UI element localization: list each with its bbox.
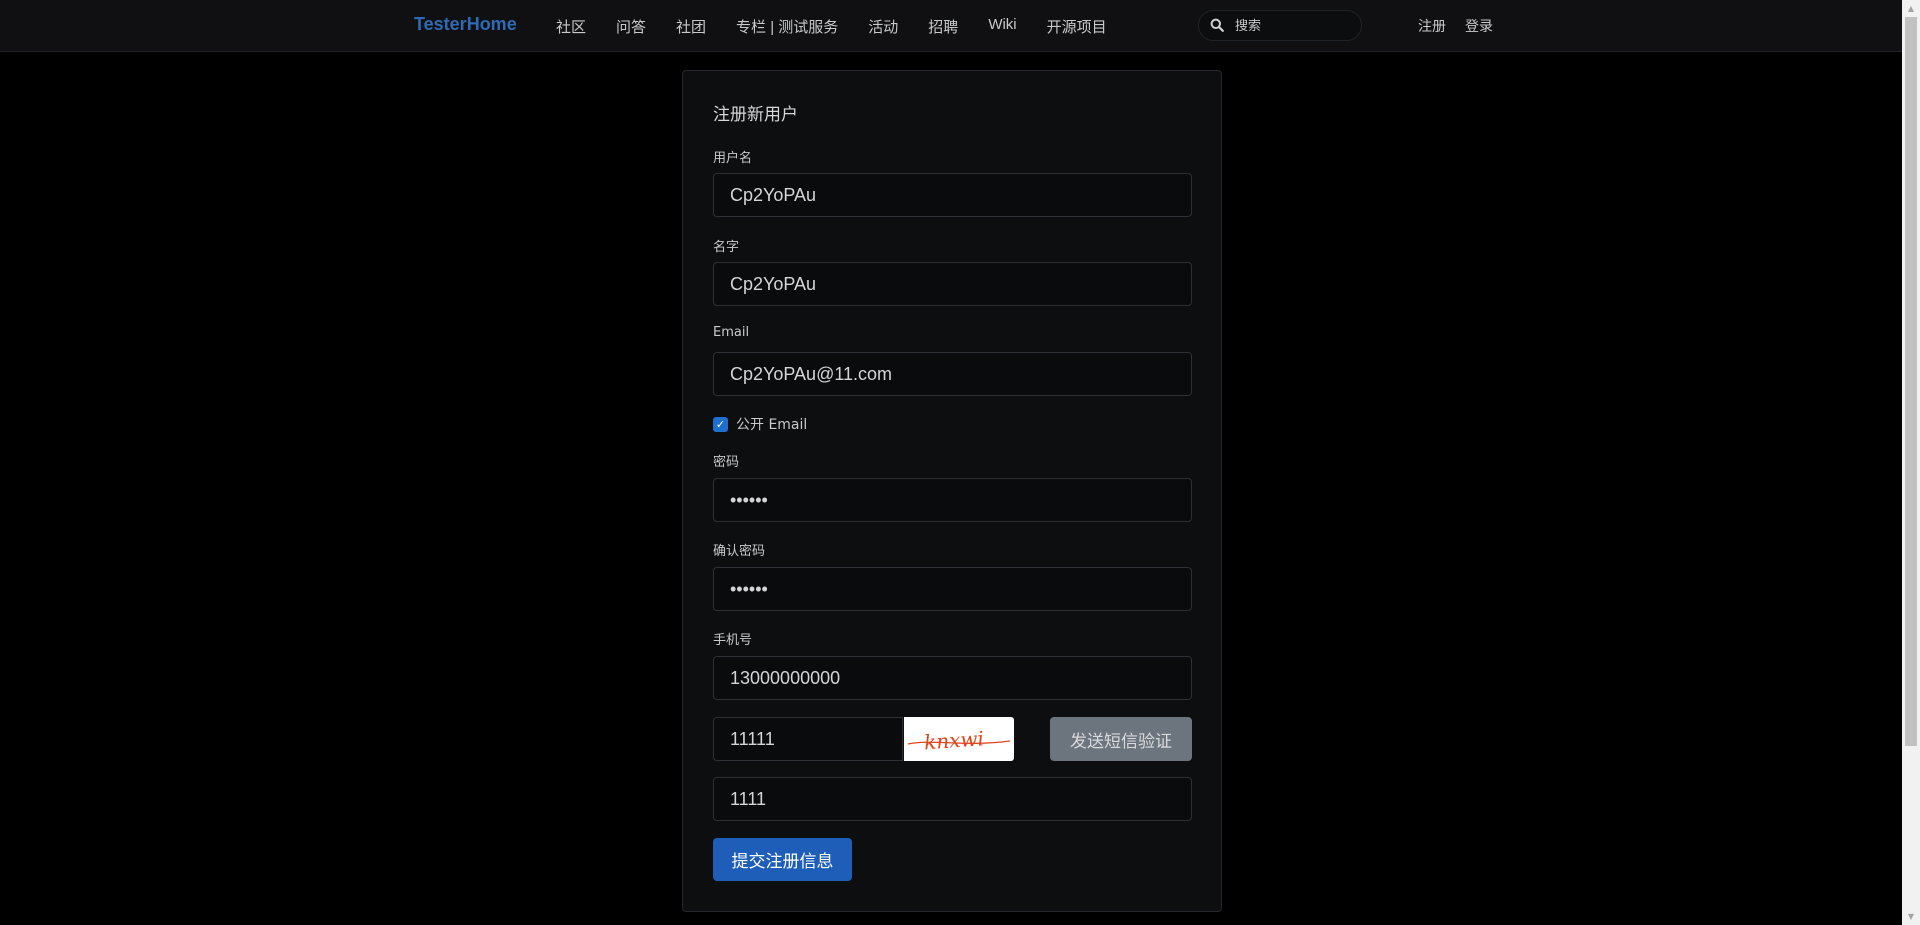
nav-link-groups[interactable]: 社团	[676, 16, 706, 37]
form-title: 注册新用户	[713, 105, 798, 125]
captcha-text: knxwi	[923, 726, 984, 754]
nav-link-community[interactable]: 社区	[556, 16, 586, 37]
username-label: 用户名	[713, 151, 753, 166]
captcha-graphic: knxwi	[907, 726, 1011, 754]
email-field[interactable]	[713, 352, 1192, 396]
nav-link-jobs[interactable]: 招聘	[928, 16, 958, 37]
name-label: 名字	[713, 240, 740, 255]
nav-link-opensource[interactable]: 开源项目	[1047, 16, 1107, 37]
nav-link-events[interactable]: 活动	[868, 16, 898, 37]
nav-link-columns[interactable]: 专栏 | 测试服务	[736, 16, 838, 37]
public-email-label: 公开 Email	[736, 417, 808, 433]
top-navbar: TesterHome 社区 问答 社团 专栏 | 测试服务 活动 招聘 Wiki…	[0, 0, 1902, 52]
login-link[interactable]: 登录	[1465, 16, 1493, 36]
search-box[interactable]	[1198, 10, 1362, 41]
public-email-checkbox[interactable]: ✓	[713, 416, 728, 432]
password-label: 密码	[713, 455, 740, 470]
nav-link-qa[interactable]: 问答	[616, 16, 646, 37]
main-nav: 社区 问答 社团 专栏 | 测试服务 活动 招聘 Wiki 开源项目	[556, 16, 1137, 37]
captcha-image[interactable]: knxwi	[904, 717, 1014, 761]
nav-link-wiki[interactable]: Wiki	[988, 16, 1016, 37]
submit-register-button[interactable]: 提交注册信息	[713, 838, 852, 881]
confirm-password-label: 确认密码	[713, 544, 766, 559]
name-field[interactable]	[713, 262, 1192, 306]
search-icon	[1210, 18, 1224, 32]
username-field[interactable]	[713, 173, 1192, 217]
scroll-down-icon[interactable]: ▼	[1902, 908, 1920, 925]
register-link[interactable]: 注册	[1418, 16, 1446, 36]
public-email-option[interactable]: ✓ 公开 Email	[713, 414, 807, 434]
scrollbar-thumb[interactable]	[1905, 17, 1917, 746]
search-input[interactable]	[1233, 15, 1357, 38]
sms-code-field[interactable]	[713, 777, 1192, 821]
register-form-card: 注册新用户 用户名 名字 Email ✓ 公开 Email 密码 确认密码 手机…	[682, 70, 1222, 912]
scroll-up-icon[interactable]: ▲	[1902, 0, 1920, 17]
phone-label: 手机号	[713, 633, 753, 648]
page-scrollbar[interactable]: ▲ ▼	[1902, 0, 1920, 925]
auth-links: 注册 登录	[1418, 16, 1512, 36]
captcha-field[interactable]	[713, 717, 903, 761]
password-field[interactable]	[713, 478, 1192, 522]
email-label: Email	[713, 325, 750, 340]
confirm-password-field[interactable]	[713, 567, 1192, 611]
send-sms-button[interactable]: 发送短信验证	[1050, 717, 1192, 761]
phone-field[interactable]	[713, 656, 1192, 700]
brand-logo[interactable]: TesterHome	[414, 14, 517, 35]
